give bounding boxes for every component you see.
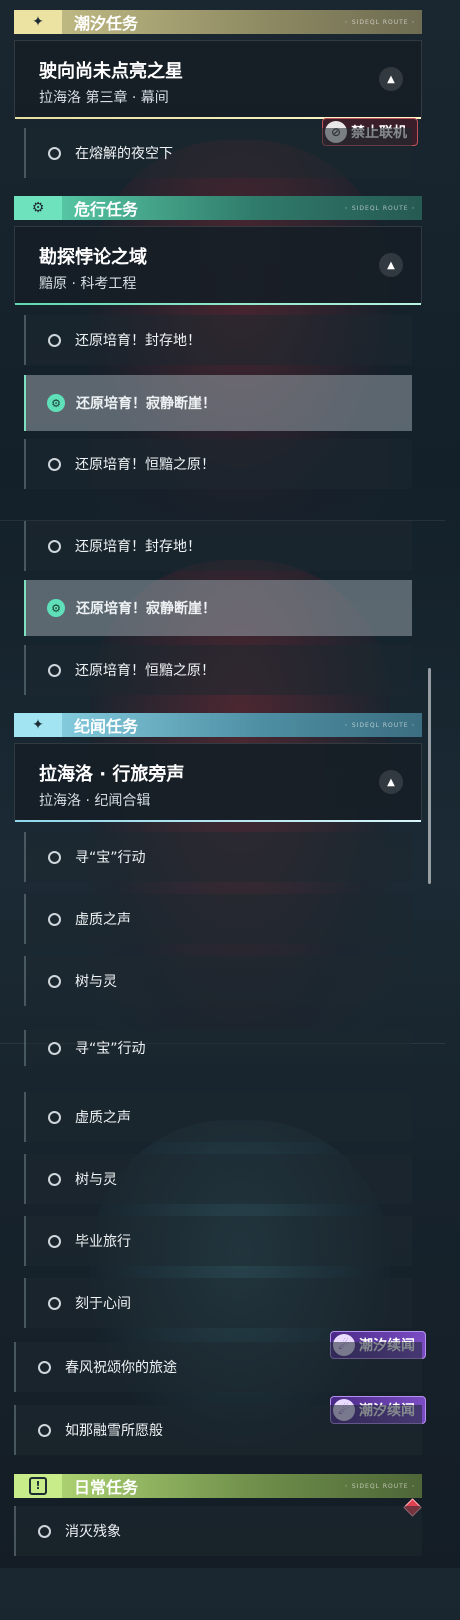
chapter-title: 驶向尚未点亮之星 bbox=[39, 61, 183, 82]
card-underline bbox=[15, 820, 421, 822]
tidal-category-header[interactable]: ✦ 潮汐任务 ◦ SIDEQL ROUTE ◦ bbox=[14, 10, 422, 34]
quest-status-icon bbox=[48, 912, 61, 926]
tracking-gear-icon: ⚙ bbox=[47, 394, 65, 412]
scrollbar-thumb[interactable] bbox=[428, 668, 431, 884]
quest-label: 还原培育！恒黯之原！ bbox=[75, 663, 215, 679]
quest-row[interactable]: 寻“宝”行动 bbox=[24, 1030, 412, 1066]
quest-status-icon bbox=[48, 974, 61, 988]
quest-row[interactable]: 还原培育！封存地！ bbox=[24, 315, 412, 365]
category-title: 危行任务 bbox=[74, 200, 139, 219]
quest-label: 毕业旅行 bbox=[75, 1234, 131, 1250]
quest-row[interactable]: 如那融雪所愿般 bbox=[14, 1405, 422, 1455]
collapse-chevron-icon[interactable]: ▲ bbox=[379, 770, 403, 794]
chapter-subtitle: 黯原 · 科考工程 bbox=[39, 276, 137, 292]
quest-label: 刻于心间 bbox=[75, 1296, 131, 1312]
quest-label: 还原培育！封存地！ bbox=[75, 333, 201, 349]
quest-status-icon bbox=[48, 146, 61, 160]
category-tag: ◦ SIDEQL ROUTE ◦ bbox=[344, 204, 416, 212]
quest-row-selected[interactable]: ⚙ 还原培育！寂静断崖！ bbox=[24, 375, 412, 431]
quest-label: 消灭残象 bbox=[65, 1524, 121, 1540]
gear-icon: ⚙ bbox=[14, 196, 62, 220]
quest-row[interactable]: 树与灵 bbox=[24, 956, 412, 1006]
quest-row[interactable]: 虚质之声 bbox=[24, 1092, 412, 1142]
quest-label: 树与灵 bbox=[75, 974, 117, 990]
danger-category-header[interactable]: ⚙ 危行任务 ◦ SIDEQL ROUTE ◦ bbox=[14, 196, 422, 220]
quest-label: 如那融雪所愿般 bbox=[65, 1423, 163, 1439]
quest-row[interactable]: 在熔解的夜空下 bbox=[24, 128, 412, 178]
quest-status-icon bbox=[48, 1296, 61, 1310]
chapter-title: 拉海洛 · 行旅旁声 bbox=[39, 764, 185, 785]
collapse-chevron-icon[interactable]: ▲ bbox=[379, 253, 403, 277]
quest-label: 还原培育！寂静断崖！ bbox=[76, 601, 216, 617]
quest-status-icon bbox=[48, 539, 61, 553]
journal-category-header[interactable]: ✦ 纪闻任务 ◦ SIDEQL ROUTE ◦ bbox=[14, 713, 422, 737]
chapter-subtitle: 拉海洛 第三章 · 幕间 bbox=[39, 90, 169, 106]
daily-category-header[interactable]: ! 日常任务 ◦ SIDEQL ROUTE ◦ bbox=[14, 1474, 422, 1498]
collapse-chevron-icon[interactable]: ▲ bbox=[379, 67, 403, 91]
quest-row[interactable]: 寻“宝”行动 bbox=[24, 832, 412, 882]
tracking-gear-icon: ⚙ bbox=[47, 599, 65, 617]
quest-label: 在熔解的夜空下 bbox=[75, 146, 173, 162]
quest-row[interactable]: 虚质之声 bbox=[24, 894, 412, 944]
quest-row[interactable]: 刻于心间 bbox=[24, 1278, 412, 1328]
quest-row[interactable]: 消灭残象 bbox=[14, 1506, 422, 1556]
quest-row-selected[interactable]: ⚙ 还原培育！寂静断崖！ bbox=[24, 580, 412, 636]
quest-label: 寻“宝”行动 bbox=[75, 1041, 146, 1057]
quest-label: 还原培育！寂静断崖！ bbox=[76, 396, 216, 412]
quest-status-icon bbox=[38, 1423, 51, 1437]
category-title: 潮汐任务 bbox=[74, 14, 139, 33]
category-title: 纪闻任务 bbox=[74, 717, 139, 736]
quest-label: 还原培育！封存地！ bbox=[75, 539, 201, 555]
category-tag: ◦ SIDEQL ROUTE ◦ bbox=[344, 721, 416, 729]
quest-label: 虚质之声 bbox=[75, 1110, 131, 1126]
quest-status-icon bbox=[48, 850, 61, 864]
quest-status-icon bbox=[48, 457, 61, 471]
quest-label: 还原培育！恒黯之原！ bbox=[75, 457, 215, 473]
card-underline bbox=[15, 303, 421, 305]
quest-label: 春风祝颂你的旅途 bbox=[65, 1360, 177, 1376]
quest-status-icon bbox=[48, 1172, 61, 1186]
quest-status-icon bbox=[48, 1041, 61, 1055]
quest-status-icon bbox=[48, 333, 61, 347]
quest-row[interactable]: 树与灵 bbox=[24, 1154, 412, 1204]
quest-row[interactable]: 还原培育！封存地！ bbox=[24, 521, 412, 571]
quest-label: 树与灵 bbox=[75, 1172, 117, 1188]
category-title: 日常任务 bbox=[74, 1478, 139, 1497]
chapter-card[interactable]: 勘探悖论之域 黯原 · 科考工程 ▲ bbox=[14, 226, 422, 305]
chapter-title: 勘探悖论之域 bbox=[39, 247, 147, 268]
quest-status-icon bbox=[48, 663, 61, 677]
category-tag: ◦ SIDEQL ROUTE ◦ bbox=[344, 18, 416, 26]
category-tag: ◦ SIDEQL ROUTE ◦ bbox=[344, 1482, 416, 1490]
quest-label: 虚质之声 bbox=[75, 912, 131, 928]
chapter-subtitle: 拉海洛 · 纪闻合辑 bbox=[39, 793, 151, 809]
quest-row[interactable]: 春风祝颂你的旅途 bbox=[14, 1342, 422, 1392]
quest-status-icon bbox=[48, 1234, 61, 1248]
sparkle-icon: ✦ bbox=[14, 10, 62, 34]
quest-row[interactable]: 还原培育！恒黯之原！ bbox=[24, 645, 412, 695]
chapter-card[interactable]: 驶向尚未点亮之星 拉海洛 第三章 · 幕间 ▲ bbox=[14, 40, 422, 119]
chapter-card[interactable]: 拉海洛 · 行旅旁声 拉海洛 · 纪闻合辑 ▲ bbox=[14, 743, 422, 822]
quest-row[interactable]: 还原培育！恒黯之原！ bbox=[24, 439, 412, 489]
quest-label: 寻“宝”行动 bbox=[75, 850, 146, 866]
quest-status-icon bbox=[38, 1524, 51, 1538]
quest-row[interactable]: 毕业旅行 bbox=[24, 1216, 412, 1266]
quest-status-icon bbox=[38, 1360, 51, 1374]
quest-status-icon bbox=[48, 1110, 61, 1124]
sparkle-icon: ✦ bbox=[14, 713, 62, 737]
alert-icon: ! bbox=[14, 1474, 62, 1498]
